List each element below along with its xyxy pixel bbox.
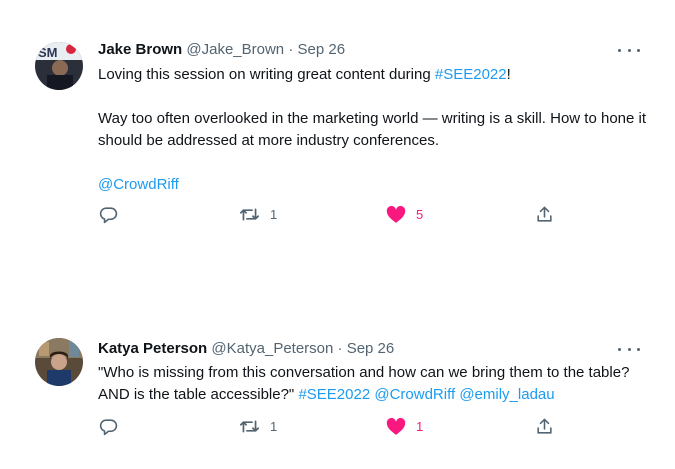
reply-button[interactable] (99, 417, 118, 436)
more-icon[interactable] (618, 42, 640, 58)
like-button[interactable]: 1 (386, 417, 423, 436)
hashtag-link[interactable]: #SEE2022 (435, 66, 507, 83)
tweet[interactable]: Katya Peterson @Katya_Peterson · Sep 26 … (0, 250, 675, 469)
tweet-line: Loving this session on writing great con… (98, 66, 511, 83)
share-icon (537, 418, 552, 434)
retweet-count: 1 (270, 419, 278, 434)
tweet-line: "Who is missing from this conversation a… (98, 364, 630, 403)
retweet-icon (239, 420, 259, 433)
retweet-count: 1 (270, 207, 278, 222)
retweet-button[interactable]: 1 (239, 417, 277, 436)
like-count: 5 (416, 207, 424, 222)
reply-icon (99, 419, 118, 436)
like-icon (386, 417, 406, 435)
tweet-text: "Who is missing from this conversation a… (98, 362, 643, 406)
retweet-icon (239, 208, 259, 221)
tweet-date[interactable]: Sep 26 (298, 41, 346, 58)
tweet-header: Jake Brown @Jake_Brown · Sep 26 (98, 40, 345, 60)
reply-button[interactable] (99, 205, 118, 224)
action-bar: 1 5 (0, 205, 675, 227)
avatar[interactable] (35, 338, 83, 386)
tweet-header: Katya Peterson @Katya_Peterson · Sep 26 (98, 339, 394, 359)
avatar[interactable]: SM (35, 42, 83, 90)
share-button[interactable] (535, 417, 554, 436)
author-handle[interactable]: @Jake_Brown (186, 41, 284, 58)
like-icon (386, 205, 406, 223)
mention-link[interactable]: @emily_ladau (459, 386, 554, 403)
separator: · (337, 340, 343, 357)
author-name[interactable]: Katya Peterson (98, 340, 207, 357)
author-handle[interactable]: @Katya_Peterson (211, 340, 333, 357)
author-name[interactable]: Jake Brown (98, 41, 182, 58)
like-count: 1 (416, 419, 424, 434)
share-button[interactable] (535, 205, 554, 224)
svg-text:SM: SM (38, 45, 58, 60)
action-bar: 1 1 (0, 417, 675, 439)
mention-link[interactable]: @CrowdRiff (98, 176, 179, 193)
tweet-line: @CrowdRiff (98, 174, 658, 196)
share-icon (537, 206, 552, 222)
more-icon[interactable] (618, 341, 640, 357)
mention-link[interactable]: @CrowdRiff (374, 386, 455, 403)
tweet-date[interactable]: Sep 26 (347, 340, 395, 357)
reply-icon (99, 207, 118, 224)
separator: · (288, 41, 294, 58)
retweet-button[interactable]: 1 (239, 205, 277, 224)
tweet-text: Loving this session on writing great con… (98, 64, 658, 196)
tweet[interactable]: SM Jake Brown @Jake_Brown · Sep 26 Lovin… (0, 0, 675, 250)
hashtag-link[interactable]: #SEE2022 (298, 386, 370, 403)
like-button[interactable]: 5 (386, 205, 423, 224)
tweet-line: Way too often overlooked in the marketin… (98, 110, 647, 149)
